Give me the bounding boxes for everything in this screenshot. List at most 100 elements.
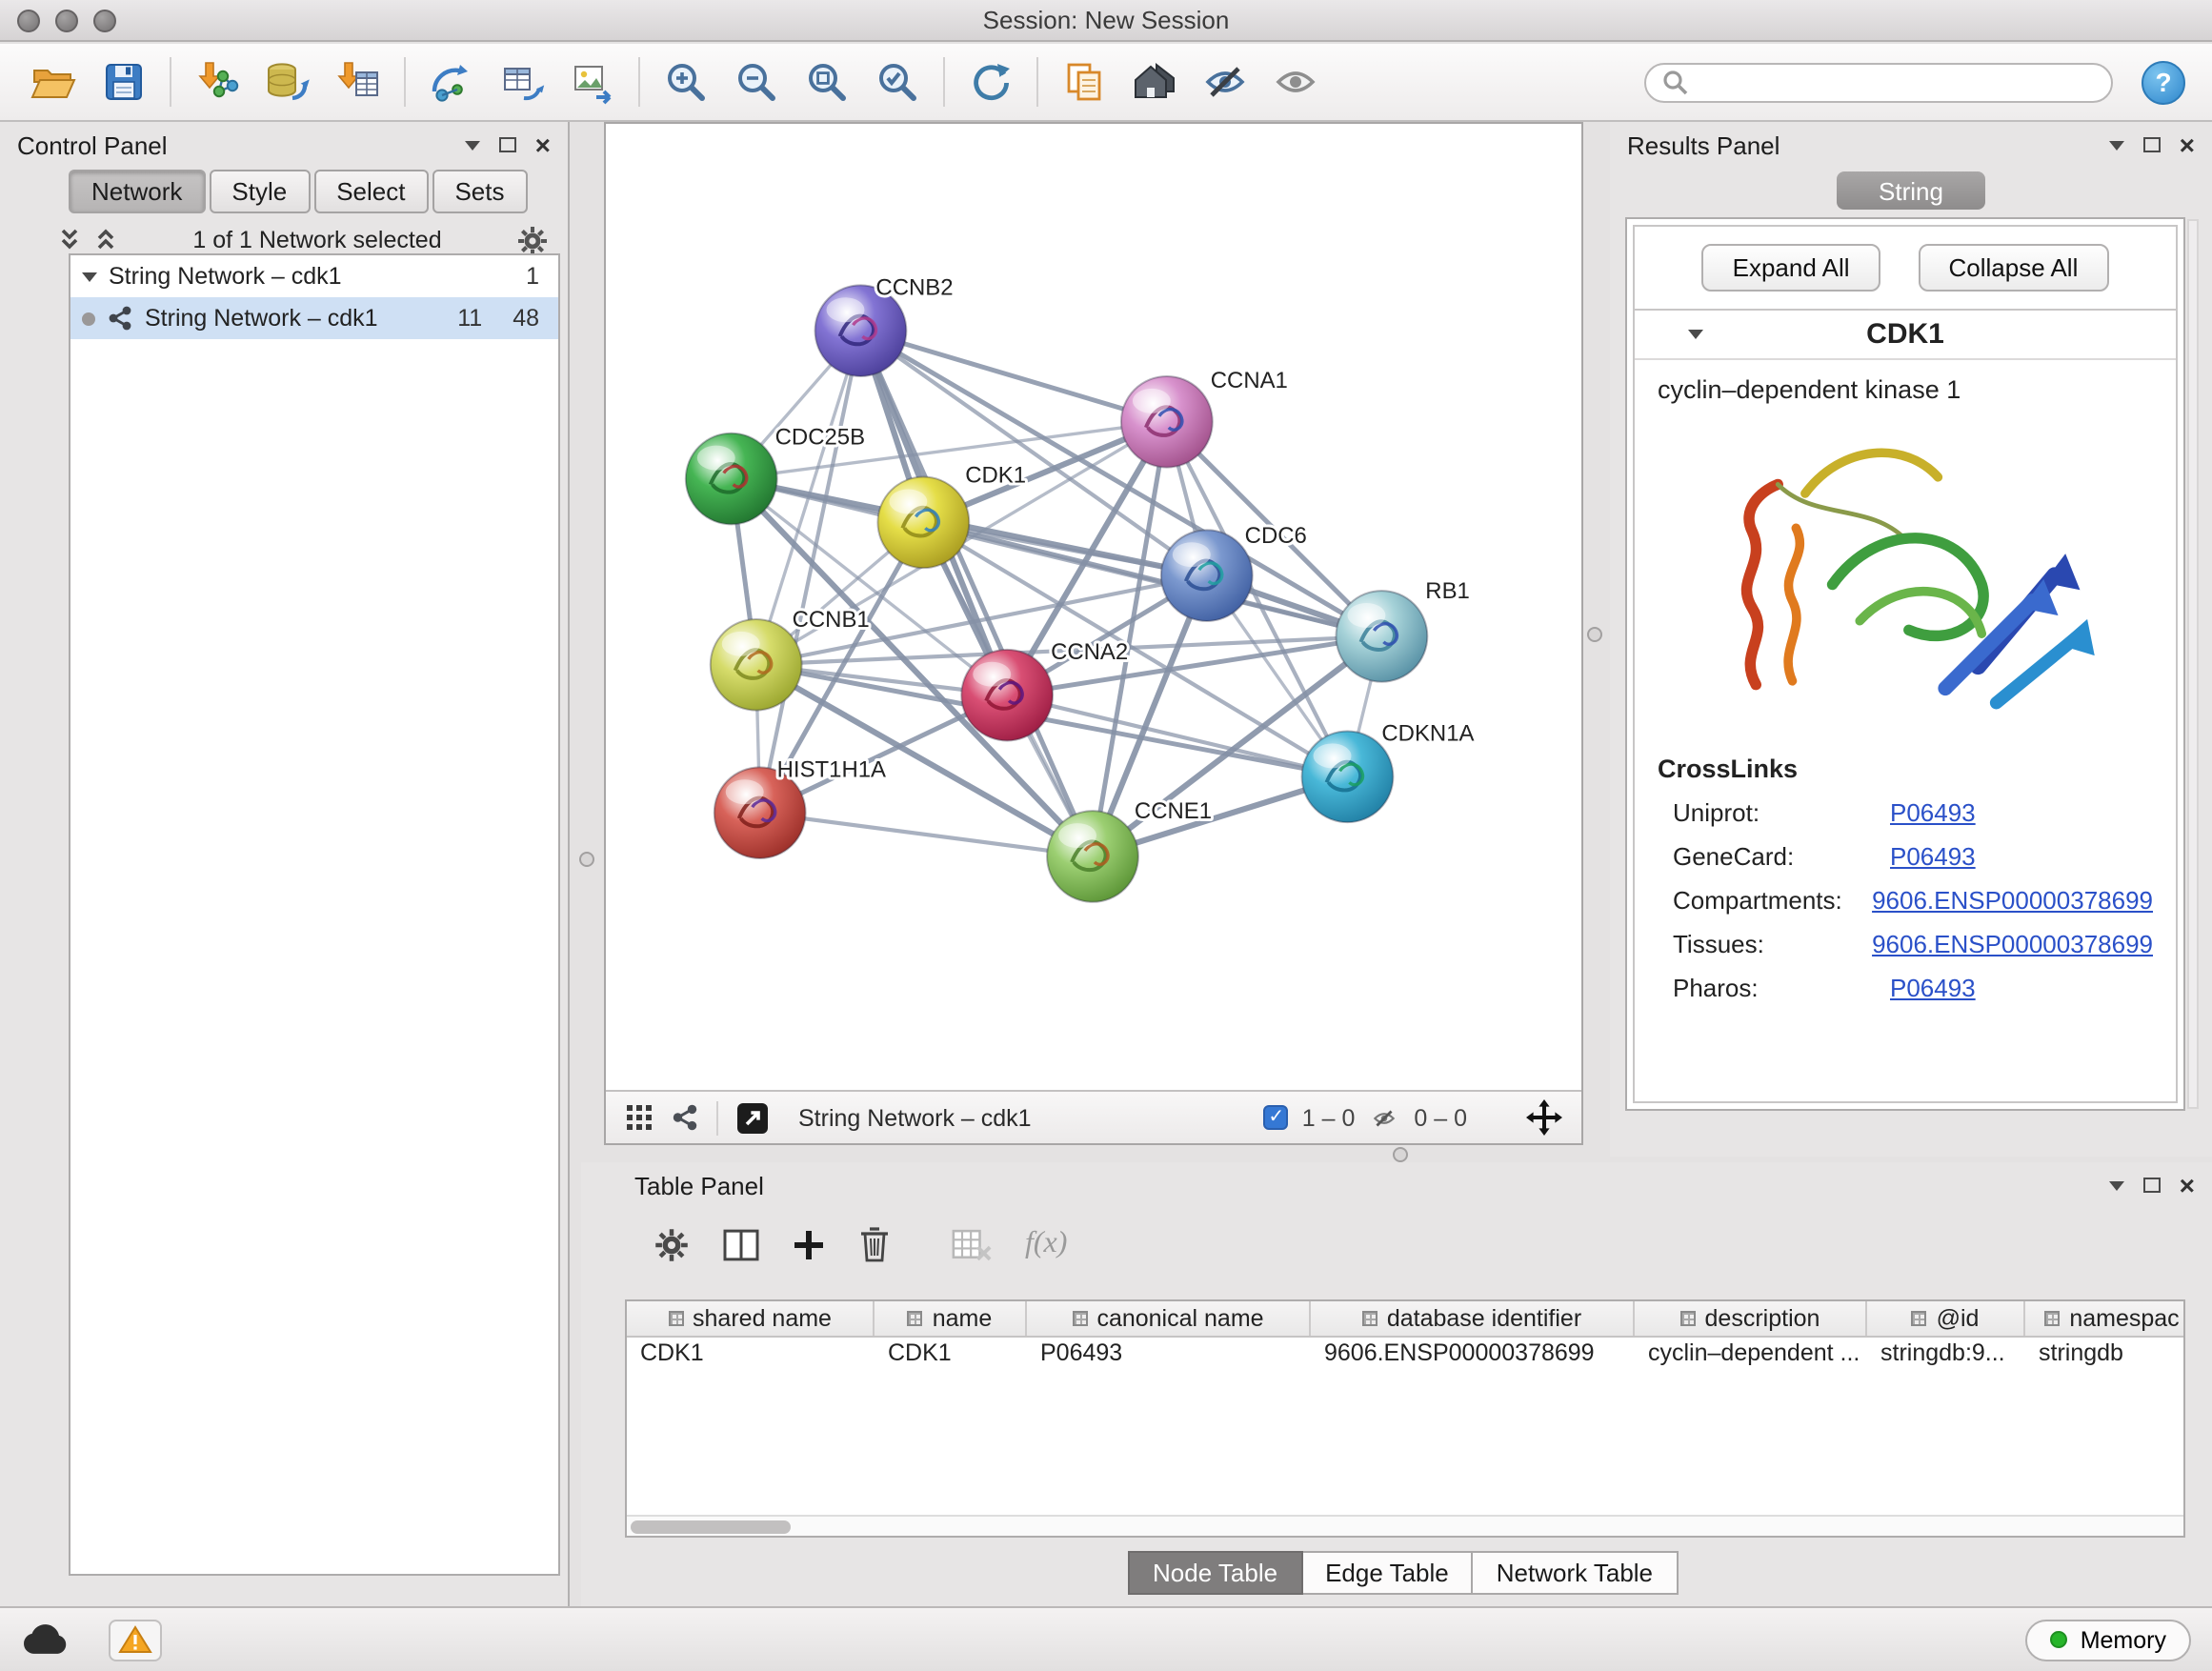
zoom-selected-button[interactable] (867, 51, 928, 112)
table-tab-network-table[interactable]: Network Table (1474, 1551, 1678, 1595)
collapse-all-icon[interactable] (93, 227, 118, 253)
close-panel-icon[interactable]: × (535, 131, 551, 158)
panel-menu-icon[interactable] (465, 140, 480, 150)
import-network-from-database-button[interactable] (257, 51, 318, 112)
network-edge[interactable] (860, 331, 1166, 422)
network-overview-button[interactable] (1124, 51, 1185, 112)
crosslink-link[interactable]: P06493 (1890, 842, 1976, 871)
network-node[interactable]: CCNA2 (961, 639, 1128, 741)
close-panel-icon[interactable]: × (2180, 1172, 2195, 1198)
selected-count-checkbox[interactable]: ✓ (1264, 1105, 1289, 1130)
panel-menu-icon[interactable] (2109, 1180, 2124, 1190)
string-results-tab[interactable]: String (1837, 171, 1985, 210)
network-node[interactable]: CDC6 (1161, 523, 1307, 621)
network-row[interactable]: String Network – cdk1 11 48 (70, 297, 558, 339)
hidden-eye-slash-icon[interactable] (1368, 1104, 1400, 1131)
column-header[interactable]: description (1635, 1301, 1867, 1336)
add-column-icon[interactable] (793, 1228, 825, 1260)
import-table-from-file-button[interactable] (328, 51, 389, 112)
show-details-button[interactable] (1265, 51, 1326, 112)
crosslink-link[interactable]: 9606.ENSP00000378699 (1872, 886, 2153, 915)
column-header[interactable]: database identifier (1311, 1301, 1635, 1336)
import-network-from-file-button[interactable] (187, 51, 248, 112)
zoom-out-button[interactable] (726, 51, 787, 112)
table-tab-node-table[interactable]: Node Table (1128, 1551, 1302, 1595)
hide-details-button[interactable] (1195, 51, 1256, 112)
string-share-icon[interactable] (671, 1103, 699, 1132)
network-collection-row[interactable]: String Network – cdk1 1 (70, 255, 558, 297)
float-panel-icon[interactable] (499, 137, 516, 152)
horizontal-splitter-handle[interactable] (1393, 1147, 1408, 1162)
control-panel-tab-style[interactable]: Style (209, 170, 310, 213)
scrollbar-thumb[interactable] (631, 1520, 791, 1534)
warnings-button[interactable] (109, 1619, 162, 1661)
zoom-fit-button[interactable] (796, 51, 857, 112)
table-cell[interactable]: stringdb:9... (1867, 1338, 2025, 1372)
network-node[interactable]: CCNA1 (1121, 368, 1288, 468)
protein-disclosure-icon[interactable] (1688, 330, 1703, 339)
zoom-in-button[interactable] (655, 51, 716, 112)
minimize-window-button[interactable] (55, 10, 78, 32)
collection-disclosure-icon[interactable] (82, 272, 97, 281)
network-edge[interactable] (1007, 695, 1347, 777)
network-options-gear-icon[interactable] (516, 224, 549, 256)
panel-menu-icon[interactable] (2109, 140, 2124, 150)
refresh-view-button[interactable] (960, 51, 1021, 112)
delete-icon[interactable] (857, 1225, 892, 1263)
memory-button[interactable]: Memory (2025, 1619, 2191, 1661)
export-image-button[interactable] (562, 51, 623, 112)
crosslink-link[interactable]: P06493 (1890, 974, 1976, 1002)
table-cell[interactable]: 9606.ENSP00000378699 (1311, 1338, 1635, 1372)
table-cell[interactable]: CDK1 (627, 1338, 875, 1372)
show-columns-icon[interactable] (722, 1228, 760, 1260)
table-cell[interactable]: stringdb (2025, 1338, 2185, 1372)
function-builder-button[interactable]: f(x) (1025, 1227, 1067, 1261)
crosslink-link[interactable]: P06493 (1890, 798, 1976, 827)
protein-section-header[interactable]: CDK1 (1635, 311, 2176, 360)
annotation-mode-icon[interactable] (735, 1100, 770, 1135)
network-node[interactable]: CCNB2 (815, 274, 954, 376)
network-node[interactable]: CDKN1A (1302, 720, 1475, 822)
network-canvas[interactable]: CCNB2CCNA1CDC25BCDK1CDC6RB1CCNB1CCNA2CDK… (606, 124, 1581, 1090)
collapse-all-button[interactable]: Collapse All (1919, 244, 2109, 292)
table-horizontal-scrollbar[interactable] (627, 1515, 2183, 1536)
cloud-icon[interactable] (21, 1623, 70, 1656)
help-button[interactable]: ? (2142, 60, 2185, 104)
control-panel-tab-sets[interactable]: Sets (432, 170, 527, 213)
network-node[interactable]: CDK1 (877, 463, 1026, 569)
column-header[interactable]: canonical name (1027, 1301, 1311, 1336)
network-edge[interactable] (760, 813, 1093, 856)
float-panel-icon[interactable] (2143, 137, 2161, 152)
column-header[interactable]: namespac (2025, 1301, 2185, 1336)
table-cell[interactable]: cyclin–dependent ... (1635, 1338, 1867, 1372)
table-settings-gear-icon[interactable] (654, 1226, 690, 1262)
search-input[interactable] (1698, 69, 2096, 95)
crosslink-link[interactable]: 9606.ENSP00000378699 (1872, 930, 2153, 958)
network-node[interactable]: HIST1H1A (714, 756, 886, 858)
save-session-button[interactable] (93, 51, 154, 112)
control-panel-tab-network[interactable]: Network (69, 170, 205, 213)
results-scrollbar[interactable] (2187, 219, 2199, 1109)
table-cell[interactable]: P06493 (1027, 1338, 1311, 1372)
network-edge[interactable] (760, 331, 861, 813)
table-tab-edge-table[interactable]: Edge Table (1302, 1551, 1474, 1595)
table-cell[interactable]: CDK1 (875, 1338, 1027, 1372)
network-node[interactable]: RB1 (1337, 578, 1470, 682)
zoom-window-button[interactable] (93, 10, 116, 32)
left-splitter-handle[interactable] (579, 852, 594, 867)
network-node[interactable]: CDC25B (686, 425, 865, 525)
float-panel-icon[interactable] (2143, 1178, 2161, 1193)
attach-table-button[interactable] (492, 51, 553, 112)
column-header[interactable]: @id (1867, 1301, 2025, 1336)
expand-all-icon[interactable] (57, 227, 82, 253)
copy-annotations-button[interactable] (1054, 51, 1115, 112)
close-panel-icon[interactable]: × (2180, 131, 2195, 158)
create-network-view-button[interactable] (421, 51, 482, 112)
right-splitter-handle[interactable] (1587, 627, 1602, 642)
network-edge[interactable] (860, 331, 1093, 856)
grid-mode-icon[interactable] (625, 1103, 654, 1132)
expand-all-button[interactable]: Expand All (1702, 244, 1880, 292)
table-row[interactable]: CDK1CDK1P064939606.ENSP00000378699cyclin… (627, 1338, 2183, 1372)
close-window-button[interactable] (17, 10, 40, 32)
column-header[interactable]: shared name (627, 1301, 875, 1336)
